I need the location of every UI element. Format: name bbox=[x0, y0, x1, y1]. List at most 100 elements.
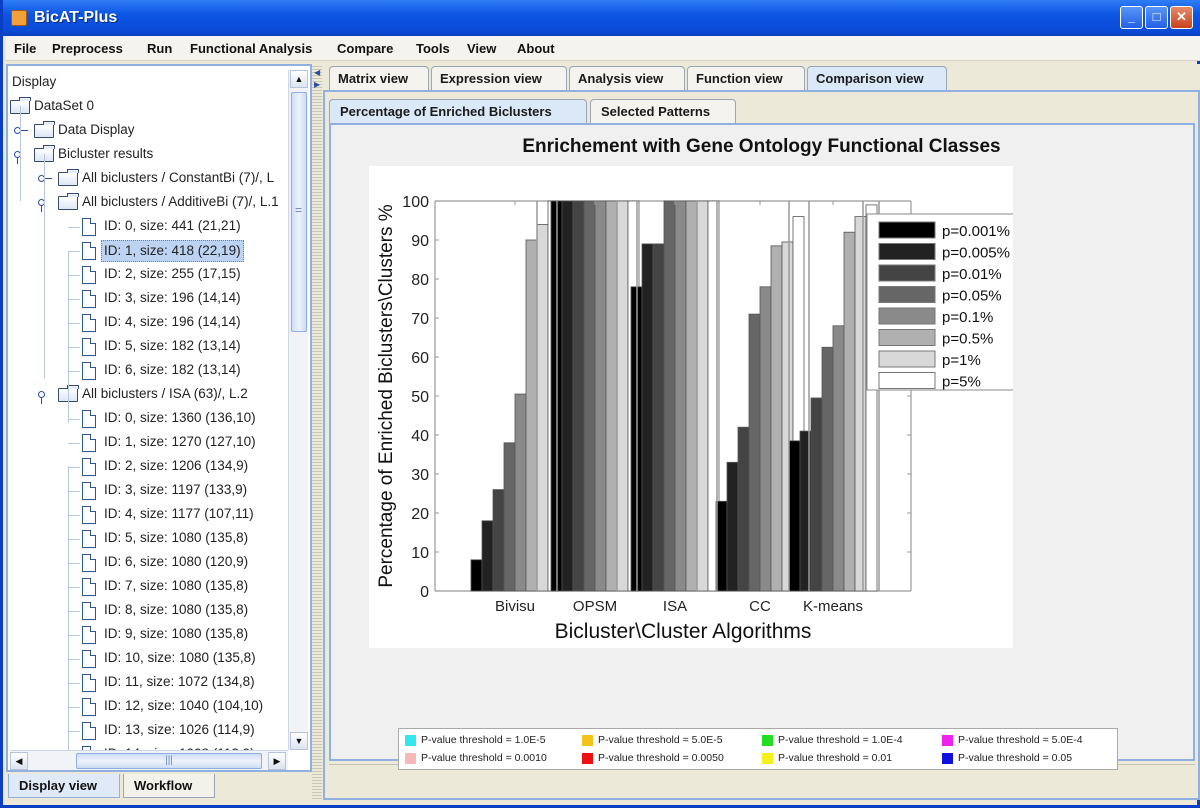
tree-vertical-scrollbar[interactable]: ▲ ▼ bbox=[288, 70, 308, 750]
document-icon bbox=[82, 362, 96, 380]
tree-node-label: ID: 3, size: 1197 (133,9) bbox=[104, 482, 248, 497]
tree-leaf-bicluster[interactable]: ID: 3, size: 1197 (133,9) bbox=[8, 480, 288, 502]
tree-node-label: ID: 6, size: 182 (13,14) bbox=[104, 362, 241, 377]
tree-node-label: All biclusters / ISA (63)/, L.2 bbox=[82, 386, 248, 401]
bar bbox=[674, 200, 687, 592]
tree-leaf-bicluster[interactable]: ID: 4, size: 1177 (107,11) bbox=[8, 504, 288, 526]
tree-node-label: DataSet 0 bbox=[34, 98, 95, 113]
bar bbox=[696, 200, 709, 592]
bar bbox=[616, 200, 629, 592]
expanded-node-icon[interactable] bbox=[38, 390, 52, 404]
tree-leaf-bicluster[interactable]: ID: 2, size: 1206 (134,9) bbox=[8, 456, 288, 478]
tab-expression-view[interactable]: Expression view bbox=[431, 66, 567, 90]
tab-display-view[interactable]: Display view bbox=[8, 774, 120, 798]
menu-view[interactable]: View bbox=[467, 41, 496, 56]
tree-node-bicluster-group[interactable]: All biclusters / AdditiveBi (7)/, L.1 bbox=[8, 192, 288, 214]
folder-icon bbox=[58, 169, 79, 186]
horizontal-scroll-thumb[interactable]: ||| bbox=[76, 753, 262, 769]
menu-functional-analysis[interactable]: Functional Analysis bbox=[190, 41, 312, 56]
document-icon bbox=[82, 218, 96, 236]
tree-horizontal-scrollbar[interactable]: ◀ ||| ▶ bbox=[10, 750, 288, 770]
tree-leaf-bicluster[interactable]: ID: 4, size: 196 (14,14) bbox=[8, 312, 288, 334]
tree-node-label: ID: 0, size: 1360 (136,10) bbox=[104, 410, 256, 425]
tree-node-bicluster-group[interactable]: All biclusters / ConstantBi (7)/, L bbox=[8, 168, 288, 190]
document-icon bbox=[82, 338, 96, 356]
tree-leaf-bicluster[interactable]: ID: 7, size: 1080 (135,8) bbox=[8, 576, 288, 598]
tree-leaf-bicluster[interactable]: ID: 8, size: 1080 (135,8) bbox=[8, 600, 288, 622]
tree-node-label: ID: 3, size: 196 (14,14) bbox=[104, 290, 241, 305]
tree-node-data-display[interactable]: Data Display bbox=[8, 120, 288, 142]
collapsed-node-icon[interactable] bbox=[38, 174, 52, 182]
document-icon bbox=[82, 290, 96, 308]
legend-swatch bbox=[878, 286, 936, 303]
tab-analysis-view[interactable]: Analysis view bbox=[569, 66, 685, 90]
tree-leaf-bicluster[interactable]: ID: 5, size: 1080 (135,8) bbox=[8, 528, 288, 550]
legend-swatch bbox=[878, 350, 936, 368]
bicluster-tree[interactable]: Display DataSet 0 Data Display Bicluster re… bbox=[8, 66, 288, 750]
minimize-button[interactable]: _ bbox=[1120, 6, 1143, 29]
tree-node-label: ID: 12, size: 1040 (104,10) bbox=[104, 698, 264, 713]
tree-node-label: ID: 1, size: 1270 (127,10) bbox=[104, 434, 256, 449]
expanded-node-icon[interactable] bbox=[38, 198, 52, 212]
document-icon bbox=[82, 482, 96, 500]
tab-selected-patterns[interactable]: Selected Patterns bbox=[590, 99, 736, 123]
collapsed-node-icon[interactable] bbox=[14, 126, 28, 134]
document-icon bbox=[82, 626, 96, 644]
close-button[interactable]: ✕ bbox=[1170, 6, 1193, 29]
menu-preprocess[interactable]: Preprocess bbox=[52, 41, 123, 56]
left-bottom-tabs: Display view Workflow bbox=[6, 772, 312, 800]
tab-percentage-enriched[interactable]: Percentage of Enriched Biclusters bbox=[329, 99, 587, 123]
expand-right-arrow-icon[interactable]: ▶ bbox=[314, 80, 320, 89]
x-tick-label: Bivisu bbox=[495, 598, 535, 615]
collapse-left-arrow-icon[interactable]: ◀ bbox=[314, 68, 320, 77]
tree-leaf-bicluster[interactable]: ID: 5, size: 182 (13,14) bbox=[8, 336, 288, 358]
scroll-up-arrow-icon[interactable]: ▲ bbox=[290, 70, 308, 88]
tree-leaf-bicluster[interactable]: ID: 6, size: 1080 (120,9) bbox=[8, 552, 288, 574]
tree-node-bicluster-results[interactable]: Bicluster results bbox=[8, 144, 288, 166]
scroll-down-arrow-icon[interactable]: ▼ bbox=[290, 732, 308, 750]
tab-comparison-view[interactable]: Comparison view bbox=[807, 66, 947, 90]
tree-node-dataset[interactable]: DataSet 0 bbox=[8, 96, 288, 118]
tab-function-view[interactable]: Function view bbox=[687, 66, 805, 90]
document-icon bbox=[82, 722, 96, 740]
pvalue-legend-label: P-value threshold = 0.0010 bbox=[421, 752, 547, 764]
tree-leaf-bicluster[interactable]: ID: 13, size: 1026 (114,9) bbox=[8, 720, 288, 742]
tree-root-display[interactable]: Display bbox=[8, 72, 288, 94]
menu-file[interactable]: File bbox=[14, 41, 36, 56]
tree-leaf-bicluster[interactable]: ID: 10, size: 1080 (135,8) bbox=[8, 648, 288, 670]
menu-about[interactable]: About bbox=[517, 41, 555, 56]
maximize-button[interactable]: □ bbox=[1145, 6, 1168, 29]
bar bbox=[832, 325, 845, 592]
document-icon bbox=[82, 314, 96, 332]
tree-leaf-bicluster[interactable]: ID: 11, size: 1072 (134,8) bbox=[8, 672, 288, 694]
scroll-left-arrow-icon[interactable]: ◀ bbox=[10, 752, 28, 770]
tree-leaf-bicluster[interactable]: ID: 2, size: 255 (17,15) bbox=[8, 264, 288, 286]
menu-tools[interactable]: Tools bbox=[416, 41, 450, 56]
tree-leaf-bicluster[interactable]: ID: 3, size: 196 (14,14) bbox=[8, 288, 288, 310]
legend-swatch bbox=[878, 221, 936, 239]
tab-matrix-view[interactable]: Matrix view bbox=[329, 66, 429, 90]
tree-leaf-bicluster[interactable]: ID: 0, size: 441 (21,21) bbox=[8, 216, 288, 238]
document-icon bbox=[82, 554, 96, 572]
tree-leaf-bicluster[interactable]: ID: 1, size: 1270 (127,10) bbox=[8, 432, 288, 454]
pvalue-legend-label: P-value threshold = 5.0E-5 bbox=[598, 734, 723, 746]
legend-color-swatch bbox=[762, 753, 773, 764]
tree-leaf-bicluster[interactable]: ID: 1, size: 418 (22,19) bbox=[8, 240, 288, 262]
split-pane-divider[interactable]: ◀ ▶ bbox=[312, 64, 322, 800]
scroll-right-arrow-icon[interactable]: ▶ bbox=[268, 752, 286, 770]
expanded-node-icon[interactable] bbox=[14, 150, 28, 164]
y-tick-label: 90 bbox=[411, 233, 429, 250]
tree-leaf-bicluster[interactable]: ID: 0, size: 1360 (136,10) bbox=[8, 408, 288, 430]
tree-node-bicluster-group[interactable]: All biclusters / ISA (63)/, L.2 bbox=[8, 384, 288, 406]
tree-leaf-bicluster[interactable]: ID: 9, size: 1080 (135,8) bbox=[8, 624, 288, 646]
legend-swatch bbox=[878, 264, 936, 282]
menu-compare[interactable]: Compare bbox=[337, 41, 393, 56]
tree-node-label: ID: 2, size: 1206 (134,9) bbox=[104, 458, 249, 473]
y-axis-label: Percentage of Enriched Biclusters\Cluste… bbox=[376, 204, 397, 587]
tab-workflow[interactable]: Workflow bbox=[123, 774, 215, 798]
vertical-scroll-thumb[interactable] bbox=[291, 92, 307, 332]
tree-leaf-bicluster[interactable]: ID: 6, size: 182 (13,14) bbox=[8, 360, 288, 382]
menu-run[interactable]: Run bbox=[147, 41, 172, 56]
tree-leaf-bicluster[interactable]: ID: 12, size: 1040 (104,10) bbox=[8, 696, 288, 718]
document-icon bbox=[82, 266, 96, 284]
